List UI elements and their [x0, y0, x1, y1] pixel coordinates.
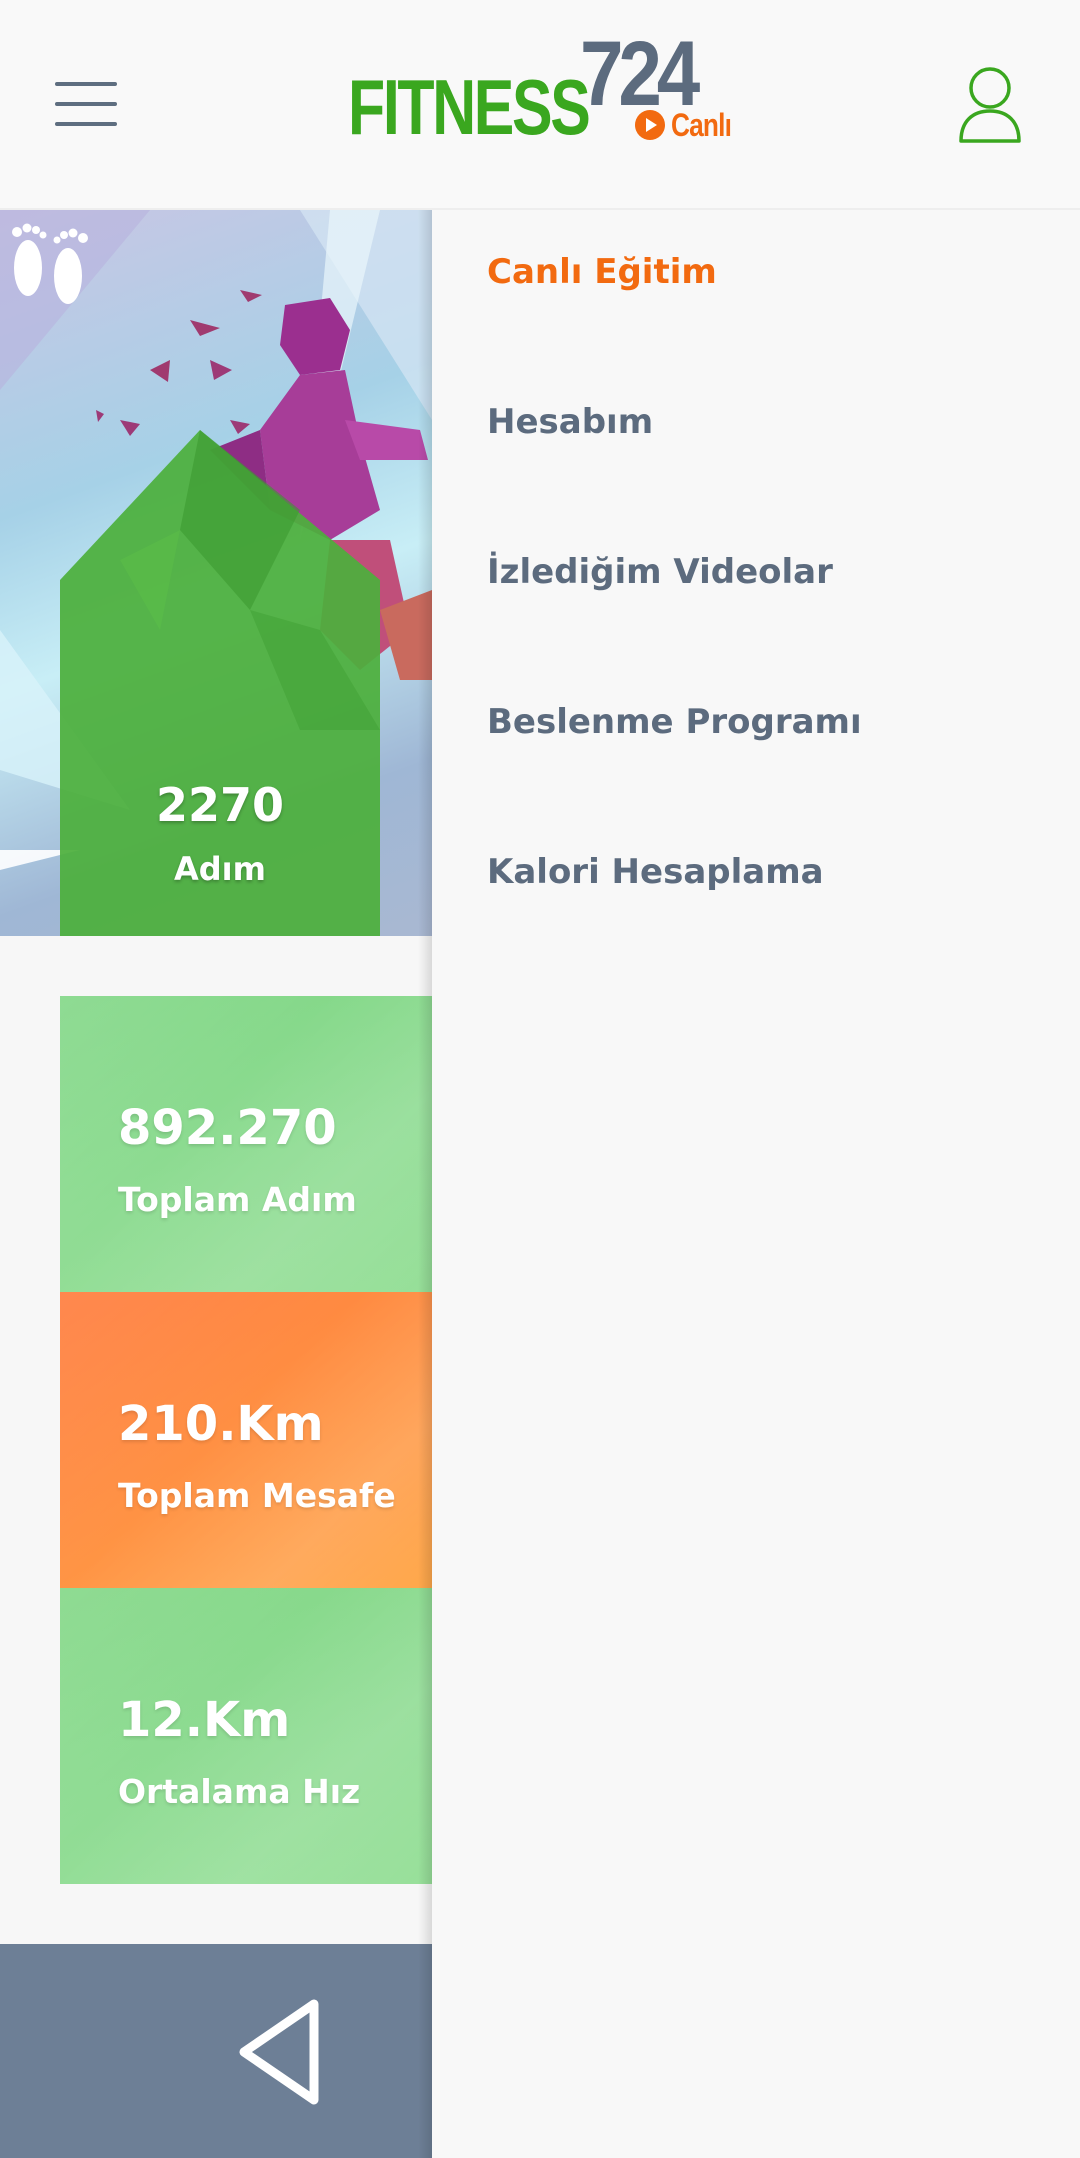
drawer-item-live-training[interactable]: Canlı Eğitim — [487, 232, 1067, 312]
bottom-navigation-bar — [0, 1944, 432, 2158]
stat-label: Toplam Mesafe — [118, 1476, 396, 1515]
stat-value: 12.Km — [118, 1692, 291, 1748]
stat-value: 210.Km — [118, 1396, 324, 1452]
live-badge: Canlı — [635, 106, 744, 143]
hamburger-menu-icon — [55, 82, 117, 86]
back-button[interactable] — [232, 1992, 332, 2112]
steps-hero: 2270 Adım — [0, 210, 432, 936]
user-profile-icon — [959, 67, 1021, 143]
stat-label: Ortalama Hız — [118, 1772, 361, 1811]
app-logo[interactable]: FITNESS 724 Canlı — [345, 24, 745, 154]
stat-card-total-distance[interactable]: 210.Km Toplam Mesafe — [60, 1292, 432, 1588]
drawer-item-my-account[interactable]: Hesabım — [487, 382, 1067, 462]
live-label: Canlı — [671, 106, 732, 143]
steps-value: 2270 — [155, 778, 285, 832]
drawer-shadow — [418, 210, 432, 2158]
stat-label: Toplam Adım — [118, 1180, 357, 1219]
footprints-icon — [12, 223, 88, 304]
back-triangle-icon — [239, 1999, 319, 2105]
menu-button[interactable] — [55, 80, 119, 128]
steps-label: Adım — [174, 850, 266, 888]
stat-card-average-speed[interactable]: 12.Km Ortalama Hız — [60, 1588, 432, 1884]
app-header: FITNESS 724 Canlı — [0, 0, 1080, 210]
profile-button[interactable] — [958, 66, 1022, 144]
drawer-item-watched-videos[interactable]: İzlediğim Videolar — [487, 532, 1067, 612]
stat-value: 892.270 — [118, 1100, 337, 1156]
navigation-drawer: Canlı Eğitim Hesabım İzlediğim Videolar … — [432, 210, 1080, 2158]
drawer-item-nutrition-program[interactable]: Beslenme Programı — [487, 682, 1067, 762]
play-icon — [635, 110, 665, 140]
drawer-item-calorie-calculator[interactable]: Kalori Hesaplama — [487, 832, 1067, 912]
logo-word: FITNESS — [348, 63, 591, 151]
stat-card-total-steps[interactable]: 892.270 Toplam Adım — [60, 996, 432, 1292]
